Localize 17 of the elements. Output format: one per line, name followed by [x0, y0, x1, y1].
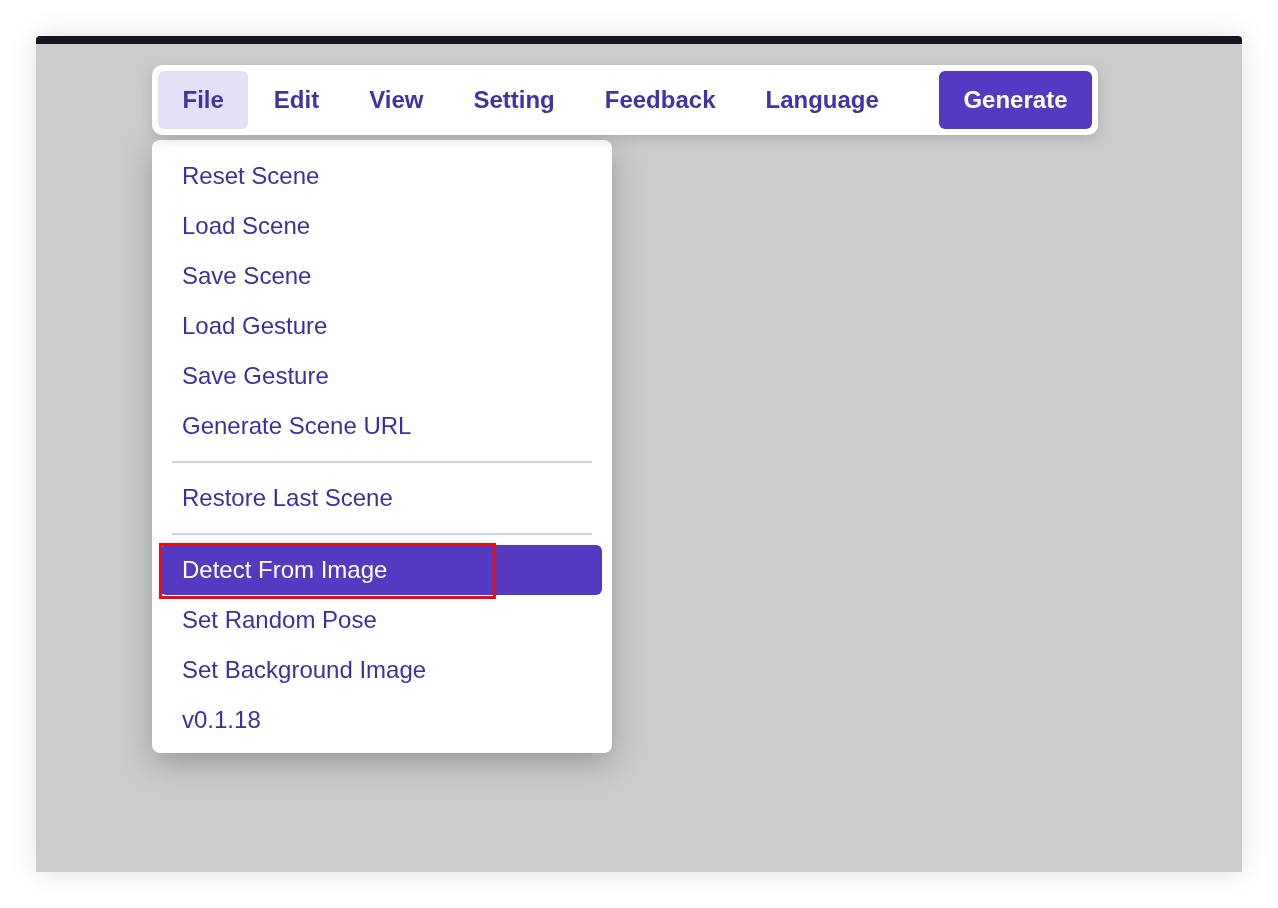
menu-tab[interactable]: Edit — [249, 71, 344, 129]
menu-item[interactable]: Set Background Image — [160, 645, 602, 695]
menu-tab[interactable]: Setting — [448, 71, 580, 129]
generate-button[interactable]: Generate — [938, 71, 1092, 129]
menu-item[interactable]: v0.1.18 — [160, 695, 602, 745]
menu-item[interactable]: Load Scene — [160, 201, 602, 251]
menu-tab[interactable]: Feedback — [580, 71, 740, 129]
menu-tab[interactable]: View — [344, 71, 448, 129]
menu-tab[interactable]: File — [158, 71, 249, 129]
menu-item[interactable]: Restore Last Scene — [160, 473, 602, 523]
menu-item[interactable]: Reset Scene — [160, 151, 602, 201]
menu-item[interactable]: Save Gesture — [160, 351, 602, 401]
menu-item[interactable]: Generate Scene URL — [160, 401, 602, 451]
menu-item[interactable]: Load Gesture — [160, 301, 602, 351]
menu-item[interactable]: Set Random Pose — [160, 595, 602, 645]
menu-tab[interactable]: Language — [741, 71, 904, 129]
menu-item[interactable]: Save Scene — [160, 251, 602, 301]
